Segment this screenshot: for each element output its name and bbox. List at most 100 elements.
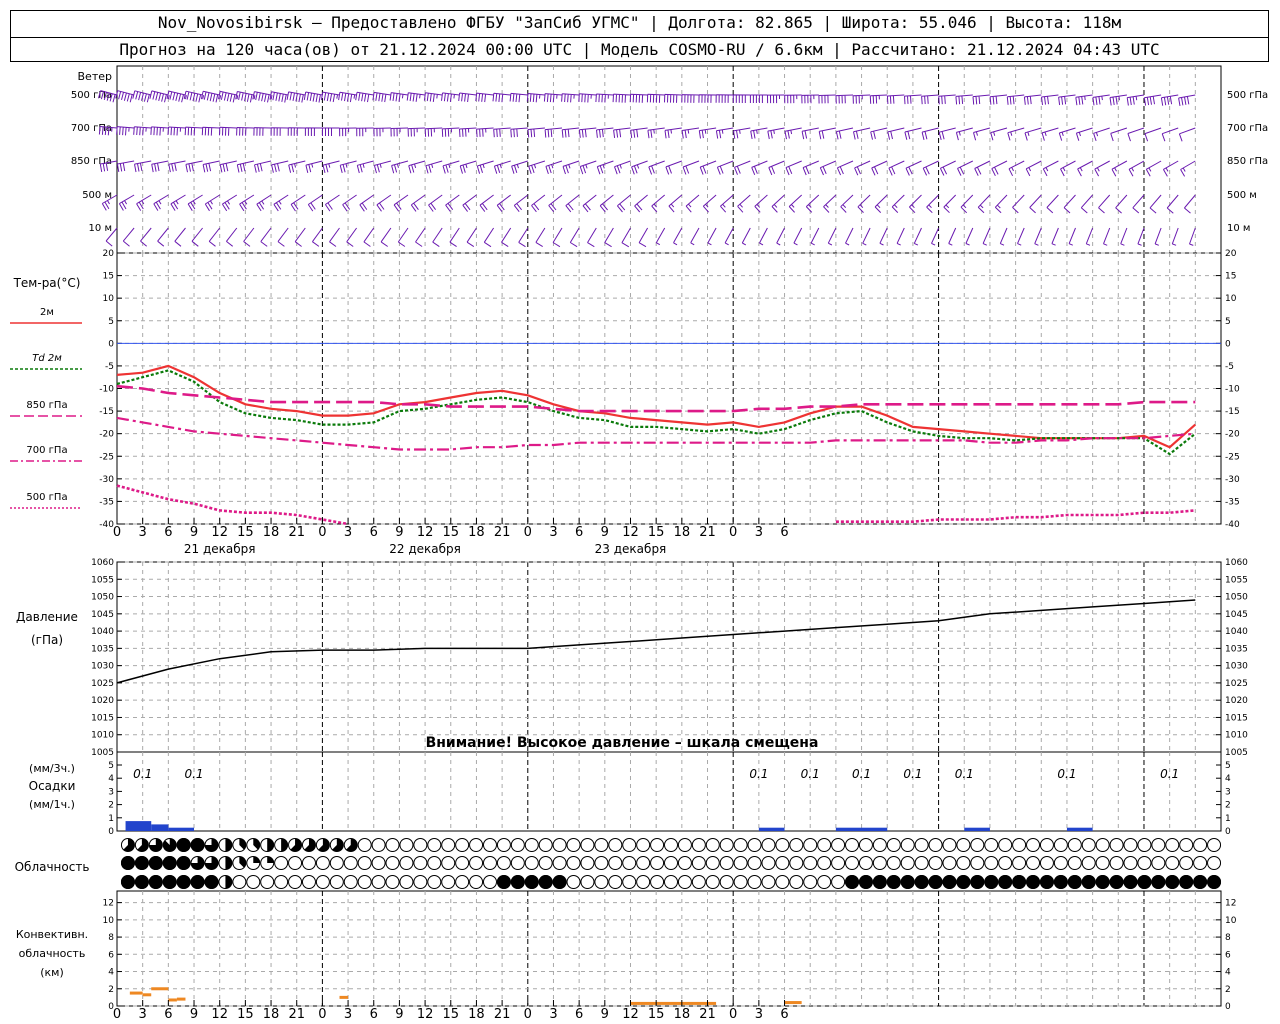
cloud-symbol bbox=[301, 875, 316, 889]
temp-ytick-label-left: -20 bbox=[99, 430, 114, 440]
conv-ytick-label-right: 8 bbox=[1225, 933, 1231, 943]
wind-barb bbox=[501, 227, 512, 248]
wind-barb bbox=[938, 94, 956, 105]
wind-barb bbox=[621, 227, 631, 248]
cloud-fill bbox=[204, 875, 219, 889]
cloud-symbol bbox=[371, 838, 386, 852]
cloud-symbol bbox=[984, 838, 999, 852]
wind-barb bbox=[887, 127, 905, 140]
pressure-ytick-label-left: 1015 bbox=[91, 713, 114, 723]
cloud-symbol bbox=[552, 856, 567, 870]
pressure-ytick-label-left: 1020 bbox=[91, 696, 114, 706]
temp-xtick-label: 9 bbox=[395, 525, 403, 540]
temp-ytick-label-left: -15 bbox=[99, 407, 114, 417]
cloud-symbol bbox=[664, 838, 678, 852]
wind-barb bbox=[768, 160, 785, 176]
wind-barb bbox=[116, 160, 135, 172]
wind-barb bbox=[630, 127, 648, 139]
cloud-symbol bbox=[803, 875, 818, 889]
wind-barb bbox=[423, 92, 443, 102]
wind-barb bbox=[702, 194, 717, 213]
wind-barb bbox=[1144, 127, 1162, 142]
cloud-fill bbox=[1193, 875, 1208, 889]
precip-ytick-label-right: 1 bbox=[1225, 814, 1231, 824]
conv-ytick-label-right: 0 bbox=[1225, 1002, 1231, 1012]
cloud-symbol bbox=[817, 875, 832, 889]
cloud-symbol bbox=[343, 856, 358, 870]
wind-barb bbox=[771, 194, 785, 213]
cloud-fill bbox=[190, 838, 205, 852]
cloud-symbol bbox=[371, 875, 386, 889]
temp-xtick-label: 6 bbox=[780, 525, 788, 540]
wind-barb bbox=[819, 160, 837, 176]
wind-barb bbox=[1094, 160, 1110, 177]
cloud-symbol bbox=[1123, 856, 1138, 870]
wind-barb bbox=[410, 194, 426, 212]
wind-barb bbox=[870, 127, 888, 140]
wind-barb bbox=[1162, 160, 1179, 177]
cloud-symbol bbox=[817, 838, 832, 852]
temp-xtick-label: 0 bbox=[524, 525, 532, 540]
wind-barb bbox=[1023, 94, 1042, 105]
cloud-symbol bbox=[608, 856, 623, 870]
cloud-fill bbox=[1123, 875, 1138, 889]
wind-barb bbox=[527, 127, 545, 138]
temp-legend-label: 700 гПа bbox=[26, 445, 67, 456]
cloud-symbol bbox=[1123, 838, 1138, 852]
cloud-symbol bbox=[803, 838, 818, 852]
cloud-symbol bbox=[1067, 856, 1082, 870]
cloud-fill bbox=[176, 875, 191, 889]
pressure-ytick-label-right: 1055 bbox=[1225, 575, 1248, 585]
cloud-symbol bbox=[1179, 838, 1194, 852]
cloud-symbol bbox=[1081, 856, 1096, 870]
wind-barb bbox=[617, 194, 631, 213]
temp-ytick-label-left: 0 bbox=[108, 339, 114, 349]
wind-barb bbox=[827, 227, 837, 246]
wind-barb bbox=[909, 194, 922, 214]
wind-barb bbox=[324, 194, 340, 212]
date-label: 21 декабря bbox=[184, 542, 256, 556]
wind-barb bbox=[339, 127, 357, 137]
wind-barb bbox=[356, 160, 374, 174]
wind-barb bbox=[253, 127, 272, 136]
cloud-symbol bbox=[1151, 838, 1166, 852]
conv-xtick-label: 6 bbox=[780, 1007, 788, 1022]
wind-barb bbox=[305, 160, 323, 174]
cloud-fill bbox=[872, 875, 887, 889]
cloud-symbol bbox=[956, 838, 971, 852]
cloud-symbol bbox=[1081, 838, 1096, 852]
cloud-symbol bbox=[1012, 856, 1027, 870]
cloud-symbol bbox=[469, 875, 484, 889]
cloud-symbol bbox=[1039, 856, 1054, 870]
temp-ytick-label-left: -5 bbox=[105, 362, 114, 372]
cloud-symbol bbox=[315, 875, 330, 889]
wind-barb bbox=[256, 194, 272, 212]
cloud-fill bbox=[120, 856, 135, 870]
cloud-fill bbox=[1109, 875, 1124, 889]
wind-barb bbox=[219, 160, 237, 173]
cloud-symbol bbox=[524, 856, 539, 870]
cloud-symbol bbox=[705, 875, 720, 889]
wind-barb bbox=[1075, 94, 1093, 106]
cloud-fill bbox=[496, 875, 511, 889]
wind-barb bbox=[273, 194, 289, 212]
cloud-symbol bbox=[1109, 838, 1124, 852]
conv-bar bbox=[168, 998, 177, 1002]
cloud-symbol bbox=[608, 838, 623, 852]
cloud-symbol bbox=[455, 875, 470, 889]
cloud-symbol bbox=[691, 875, 706, 889]
wind-barb bbox=[805, 194, 820, 213]
cloud-symbol bbox=[441, 856, 456, 870]
wind-barb bbox=[922, 160, 939, 176]
cloud-symbol bbox=[872, 838, 887, 852]
cloud-symbol bbox=[441, 838, 456, 852]
cloud-symbol bbox=[775, 838, 790, 852]
wind-barb bbox=[1068, 227, 1076, 246]
cloud-fill bbox=[984, 875, 999, 889]
wind-barb bbox=[509, 92, 528, 103]
wind-level-label-left: 500 м bbox=[82, 190, 112, 201]
conv-bar bbox=[784, 1001, 802, 1005]
cloud-symbol bbox=[1067, 838, 1082, 852]
wind-barb bbox=[938, 127, 956, 141]
cloud-symbol bbox=[496, 856, 511, 870]
